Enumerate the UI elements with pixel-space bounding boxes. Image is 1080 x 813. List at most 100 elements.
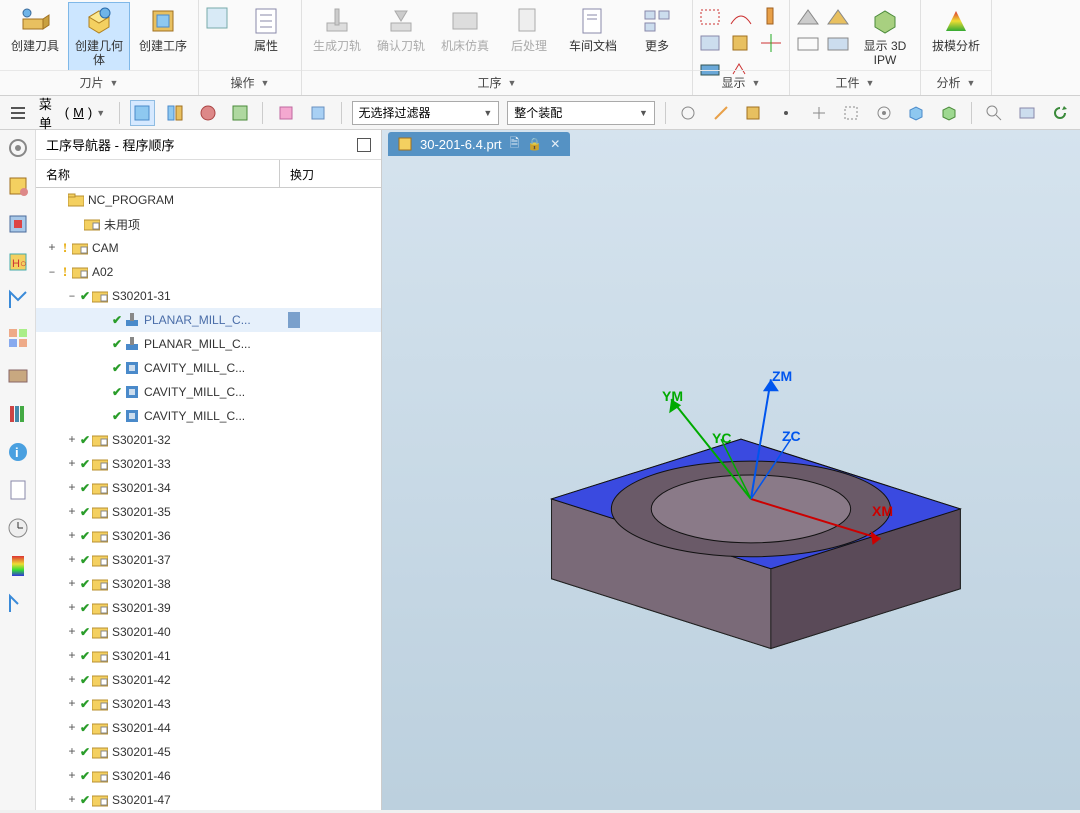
tb-snap-4[interactable] [774, 100, 799, 126]
expander-icon[interactable]: + [66, 649, 78, 663]
disp-icon-2[interactable] [727, 6, 755, 28]
disp-icon-1[interactable] [697, 6, 725, 28]
tree-row[interactable]: +S30201-37 [36, 548, 381, 572]
expander-icon[interactable]: + [66, 553, 78, 567]
shopfloor-doc-button[interactable]: 车间文档 [562, 2, 624, 56]
machine-sim-button[interactable]: 机床仿真 [434, 2, 496, 56]
tb-box-1[interactable] [904, 100, 929, 126]
expander-icon[interactable]: – [66, 289, 78, 303]
tree-row[interactable]: +S30201-41 [36, 644, 381, 668]
expander-icon[interactable]: + [46, 241, 58, 255]
rail-methods-icon[interactable] [6, 288, 30, 312]
wp-icon-4[interactable] [824, 32, 852, 54]
scope-combo[interactable]: 整个装配▼ [507, 101, 655, 125]
rail-last-icon[interactable] [6, 592, 30, 616]
draft-analysis-button[interactable]: 拔模分析 [925, 2, 987, 56]
tb-view-3[interactable] [195, 100, 220, 126]
selection-filter-combo[interactable]: 无选择过滤器▼ [352, 101, 500, 125]
tab-save-icon[interactable]: 🗎 [510, 134, 520, 155]
col-name[interactable]: 名称 [36, 160, 280, 187]
tb-view-2[interactable] [163, 100, 188, 126]
nav-tree[interactable]: NC_PROGRAM未用项+CAM–A02–S30201-31PLANAR_MI… [36, 188, 381, 810]
generate-toolpath-button[interactable]: 生成刀轨 [306, 2, 368, 56]
disp-icon-3[interactable] [757, 6, 785, 28]
tree-row[interactable]: +S30201-47 [36, 788, 381, 810]
tb-tool-2[interactable] [306, 100, 331, 126]
tb-tool-1[interactable] [273, 100, 298, 126]
tb-snap-2[interactable] [708, 100, 733, 126]
rail-machine-icon[interactable] [6, 212, 30, 236]
chevron-down-icon[interactable]: ▼ [752, 78, 761, 88]
tree-row[interactable]: +S30201-32 [36, 428, 381, 452]
tree-row[interactable]: 未用项 [36, 212, 381, 236]
rail-program-icon[interactable] [6, 174, 30, 198]
tree-row[interactable]: +S30201-45 [36, 740, 381, 764]
tree-row[interactable]: +S30201-33 [36, 452, 381, 476]
tb-view-1[interactable] [130, 100, 155, 126]
show-3d-ipw-button[interactable]: 显示 3D IPW [854, 2, 916, 71]
tree-row[interactable]: CAVITY_MILL_C... [36, 356, 381, 380]
menu-button[interactable]: 菜单(M)▼ [35, 94, 109, 132]
tb-snap-6[interactable] [839, 100, 864, 126]
tree-row[interactable]: +S30201-43 [36, 692, 381, 716]
tb-view-4[interactable] [228, 100, 253, 126]
graphics-viewport[interactable]: 30-201-6.4.prt 🗎 🔒 ✕ [382, 130, 1080, 810]
tree-row[interactable]: +S30201-34 [36, 476, 381, 500]
tree-row[interactable]: +S30201-39 [36, 596, 381, 620]
chevron-down-icon[interactable]: ▼ [866, 78, 875, 88]
tb-win[interactable] [1015, 100, 1040, 126]
rail-settings-icon[interactable] [6, 136, 30, 160]
tree-row[interactable]: PLANAR_MILL_C... [36, 332, 381, 356]
disp-icon-4[interactable] [697, 32, 725, 54]
rail-grid-icon[interactable] [6, 326, 30, 350]
disp-icon-6[interactable] [757, 32, 785, 54]
postprocess-button[interactable]: 后处理 [498, 2, 560, 56]
chevron-down-icon[interactable]: ▼ [261, 78, 270, 88]
create-geometry-button[interactable]: 创建几何体 [68, 2, 130, 71]
tb-snap-7[interactable] [871, 100, 896, 126]
rail-doc-icon[interactable] [6, 478, 30, 502]
tree-row[interactable]: +S30201-36 [36, 524, 381, 548]
tb-box-2[interactable] [937, 100, 962, 126]
expander-icon[interactable]: + [66, 625, 78, 639]
rail-library-icon[interactable] [6, 402, 30, 426]
tb-snap-1[interactable] [676, 100, 701, 126]
rail-clock-icon[interactable] [6, 516, 30, 540]
tree-row[interactable]: +S30201-42 [36, 668, 381, 692]
tree-row[interactable]: CAVITY_MILL_C... [36, 404, 381, 428]
expander-icon[interactable]: + [66, 793, 78, 807]
canvas[interactable]: XM YM ZM YC ZC [382, 158, 1080, 810]
rail-machine2-icon[interactable] [6, 364, 30, 388]
expander-icon[interactable]: + [66, 457, 78, 471]
rail-geometry-icon[interactable]: H○ [6, 250, 30, 274]
verify-toolpath-button[interactable]: 确认刀轨 [370, 2, 432, 56]
expander-icon[interactable]: + [66, 697, 78, 711]
wp-icon-1[interactable] [794, 6, 822, 28]
panel-maximize-icon[interactable] [357, 138, 371, 152]
more-button[interactable]: 更多 [626, 2, 688, 56]
rail-info-icon[interactable]: i [6, 440, 30, 464]
tree-row[interactable]: +S30201-40 [36, 620, 381, 644]
chevron-down-icon[interactable]: ▼ [110, 78, 119, 88]
expander-icon[interactable]: + [66, 601, 78, 615]
tree-row[interactable]: +CAM [36, 236, 381, 260]
chevron-down-icon[interactable]: ▼ [508, 78, 517, 88]
tree-row[interactable]: NC_PROGRAM [36, 188, 381, 212]
expander-icon[interactable]: + [66, 673, 78, 687]
tree-row[interactable]: –A02 [36, 260, 381, 284]
chevron-down-icon[interactable]: ▼ [967, 78, 976, 88]
wp-icon-3[interactable] [794, 32, 822, 54]
create-operation-button[interactable]: 创建工序 [132, 2, 194, 56]
expander-icon[interactable]: + [66, 745, 78, 759]
expander-icon[interactable]: – [46, 265, 58, 279]
expander-icon[interactable]: + [66, 769, 78, 783]
tree-row[interactable]: CAVITY_MILL_C... [36, 380, 381, 404]
tb-snap-5[interactable] [806, 100, 831, 126]
tree-row[interactable]: +S30201-35 [36, 500, 381, 524]
expander-icon[interactable]: + [66, 721, 78, 735]
expander-icon[interactable]: + [66, 577, 78, 591]
tb-refresh[interactable] [1047, 100, 1072, 126]
rail-gradient-icon[interactable] [6, 554, 30, 578]
wp-icon-2[interactable] [824, 6, 852, 28]
tree-row[interactable]: PLANAR_MILL_C... [36, 308, 381, 332]
